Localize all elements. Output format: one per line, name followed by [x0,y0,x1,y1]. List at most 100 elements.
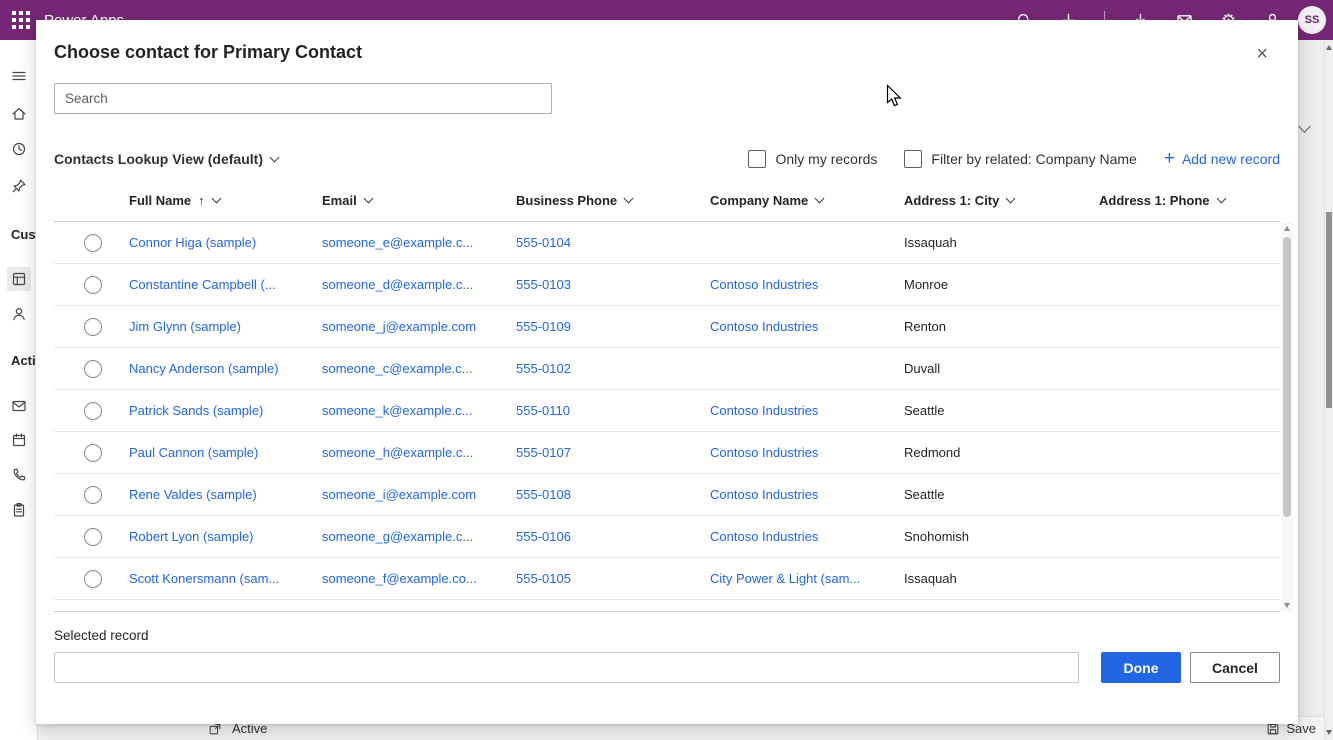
row-business-phone-link[interactable]: 555-0104 [501,235,695,250]
table-row[interactable]: Rene Valdes (sample) someone_i@example.c… [54,474,1280,516]
done-button[interactable]: Done [1101,652,1181,683]
row-city: Duvall [889,361,1084,376]
column-header-full-name[interactable]: Full Name ↑ [114,193,307,208]
row-email-link[interactable]: someone_h@example.c... [307,445,501,460]
user-avatar[interactable]: SS [1298,6,1326,34]
table-body: Connor Higa (sample) someone_e@example.c… [54,222,1280,612]
row-email-link[interactable]: someone_c@example.c... [307,361,501,376]
row-email-link[interactable]: someone_i@example.com [307,487,501,502]
table-row[interactable]: Patrick Sands (sample) someone_k@example… [54,390,1280,432]
row-radio-button[interactable] [84,318,102,336]
recent-clock-icon[interactable] [11,141,27,157]
dialog-title: Choose contact for Primary Contact [54,42,362,63]
lookup-dialog: Choose contact for Primary Contact × Con… [36,20,1298,724]
phone-icon[interactable] [11,467,27,483]
add-new-record-button[interactable]: + Add new record [1164,150,1280,168]
row-radio-button[interactable] [84,528,102,546]
scroll-down-arrow-icon[interactable] [1284,603,1290,608]
column-header-address-phone[interactable]: Address 1: Phone [1084,193,1280,208]
hamburger-menu-icon[interactable] [11,68,27,84]
page-scrollbar-thumb[interactable] [1326,212,1332,408]
row-company-link[interactable]: City Power & Light (sam... [695,571,889,586]
column-header-email[interactable]: Email [307,193,501,208]
row-business-phone-link[interactable]: 555-0102 [501,361,695,376]
table-row[interactable]: Paul Cannon (sample) someone_h@example.c… [54,432,1280,474]
row-email-link[interactable]: someone_e@example.c... [307,235,501,250]
row-company-link[interactable]: Contoso Industries [695,277,889,292]
row-radio-button[interactable] [84,402,102,420]
column-header-address-city[interactable]: Address 1: City [889,193,1084,208]
row-company-link[interactable]: Contoso Industries [695,529,889,544]
pinned-icon[interactable] [11,178,27,194]
scroll-up-arrow-icon[interactable] [1284,226,1290,231]
row-full-name-link[interactable]: Robert Lyon (sample) [114,529,307,544]
row-email-link[interactable]: someone_f@example.co... [307,571,501,586]
selected-record-input[interactable] [54,652,1079,683]
checkbox-icon [748,150,766,168]
row-email-link[interactable]: someone_j@example.com [307,319,501,334]
row-radio-button[interactable] [84,234,102,252]
page-scrollbar[interactable] [1324,40,1333,740]
row-business-phone-link[interactable]: 555-0105 [501,571,695,586]
nav-group-customers-label: Cust [11,227,38,242]
table-row[interactable]: Connor Higa (sample) someone_e@example.c… [54,222,1280,264]
table-scrollbar-thumb[interactable] [1283,237,1291,517]
row-business-phone-link[interactable]: 555-0108 [501,487,695,502]
row-full-name-link[interactable]: Rene Valdes (sample) [114,487,307,502]
filter-by-related-checkbox[interactable]: Filter by related: Company Name [904,150,1136,168]
row-full-name-link[interactable]: Connor Higa (sample) [114,235,307,250]
column-label: Business Phone [516,193,617,208]
row-company-link[interactable]: Contoso Industries [695,403,889,418]
search-input[interactable] [54,83,552,114]
row-email-link[interactable]: someone_d@example.c... [307,277,501,292]
row-full-name-link[interactable]: Scott Konersmann (sam... [114,571,307,586]
only-my-records-label: Only my records [775,151,877,167]
row-email-link[interactable]: someone_k@example.c... [307,403,501,418]
row-full-name-link[interactable]: Nancy Anderson (sample) [114,361,307,376]
scroll-down-arrow-icon[interactable] [1326,730,1332,735]
filter-by-related-label: Filter by related: Company Name [931,151,1136,167]
view-selector[interactable]: Contacts Lookup View (default) [54,151,278,167]
row-full-name-link[interactable]: Jim Glynn (sample) [114,319,307,334]
sort-ascending-icon: ↑ [198,193,205,208]
row-radio-button[interactable] [84,570,102,588]
email-icon[interactable] [11,398,27,414]
table-row[interactable]: Nancy Anderson (sample) someone_c@exampl… [54,348,1280,390]
calendar-icon[interactable] [11,432,27,448]
row-city: Issaquah [889,235,1084,250]
row-business-phone-link[interactable]: 555-0109 [501,319,695,334]
row-business-phone-link[interactable]: 555-0103 [501,277,695,292]
row-full-name-link[interactable]: Paul Cannon (sample) [114,445,307,460]
column-header-business-phone[interactable]: Business Phone [501,193,695,208]
row-radio-button[interactable] [84,444,102,462]
row-full-name-link[interactable]: Constantine Campbell (... [114,277,307,292]
table-row[interactable]: Constantine Campbell (... someone_d@exam… [54,264,1280,306]
table-scrollbar[interactable] [1281,222,1293,612]
task-clipboard-icon[interactable] [11,502,27,518]
row-company-link[interactable]: Contoso Industries [695,319,889,334]
table-row[interactable]: Jim Glynn (sample) someone_j@example.com… [54,306,1280,348]
row-business-phone-link[interactable]: 555-0107 [501,445,695,460]
column-header-company-name[interactable]: Company Name [695,193,889,208]
table-row[interactable]: Scott Konersmann (sam... someone_f@examp… [54,558,1280,600]
row-company-link[interactable]: Contoso Industries [695,487,889,502]
row-radio-button[interactable] [84,276,102,294]
table-row[interactable]: Robert Lyon (sample) someone_g@example.c… [54,516,1280,558]
close-icon[interactable]: × [1256,44,1268,64]
column-label: Email [322,193,357,208]
cancel-button[interactable]: Cancel [1190,652,1280,683]
row-business-phone-link[interactable]: 555-0110 [501,403,695,418]
contacts-person-icon[interactable] [11,306,27,322]
row-company-link[interactable]: Contoso Industries [695,445,889,460]
home-icon[interactable] [11,106,27,122]
waffle-menu-icon[interactable] [12,11,30,29]
row-radio-button[interactable] [84,486,102,504]
row-full-name-link[interactable]: Patrick Sands (sample) [114,403,307,418]
scroll-up-arrow-icon[interactable] [1326,45,1332,50]
column-label: Address 1: Phone [1099,193,1210,208]
accounts-grid-icon[interactable] [11,271,27,287]
row-radio-button[interactable] [84,360,102,378]
row-email-link[interactable]: someone_g@example.c... [307,529,501,544]
only-my-records-checkbox[interactable]: Only my records [748,150,877,168]
row-business-phone-link[interactable]: 555-0106 [501,529,695,544]
